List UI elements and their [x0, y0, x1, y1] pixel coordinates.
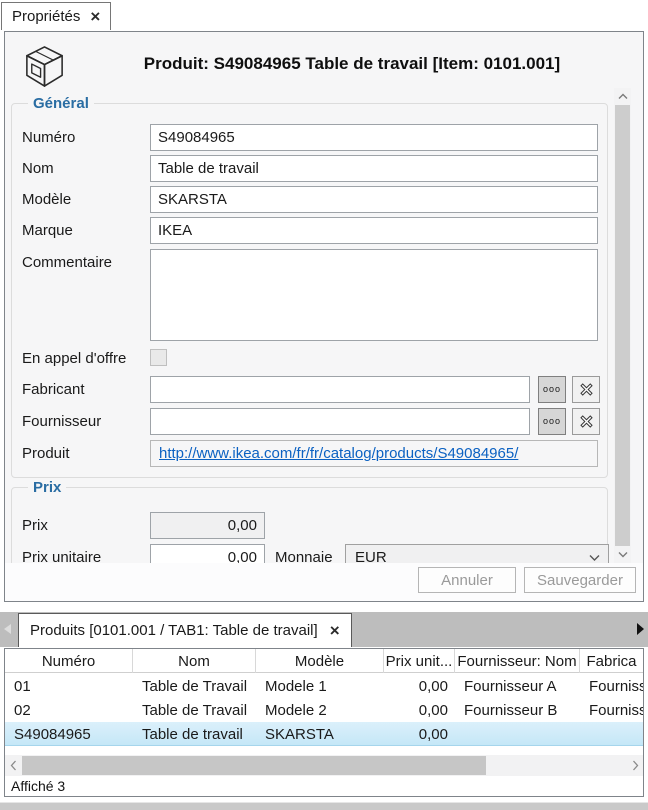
- column-header-prix-unitaire[interactable]: Prix unit...: [384, 649, 455, 673]
- cell-fabricant[interactable]: Fourniss: [580, 674, 643, 698]
- fournisseur-browse-button[interactable]: ooo: [538, 408, 566, 435]
- column-header-numero[interactable]: Numéro: [5, 649, 133, 673]
- chevron-up-icon: [618, 93, 628, 100]
- numero-label: Numéro: [22, 129, 148, 146]
- tabs-scroll-right-icon[interactable]: [636, 622, 645, 636]
- prix-field: [150, 512, 265, 539]
- produit-label: Produit: [22, 445, 148, 462]
- cell-prix[interactable]: 0,00: [384, 674, 455, 698]
- cell-nom[interactable]: Table de Travail: [133, 698, 256, 722]
- scroll-thumb[interactable]: [615, 105, 630, 546]
- products-table-panel: Numéro Nom Modèle Prix unit... Fournisse…: [4, 648, 644, 797]
- table-header-row: Numéro Nom Modèle Prix unit... Fournisse…: [5, 649, 643, 673]
- top-tab-bar: Propriétés ×: [0, 0, 648, 30]
- clear-x-icon: [578, 413, 595, 430]
- commentaire-field[interactable]: [150, 249, 598, 341]
- bottom-tab-bar: Produits [0101.001 / TAB1: Table de trav…: [0, 612, 648, 647]
- chevron-left-icon: [10, 760, 17, 771]
- app-window: Propriétés × Produit: S49084965 Table de…: [0, 0, 648, 810]
- status-row-count: Affiché 3: [11, 778, 65, 794]
- annuler-button[interactable]: Annuler: [418, 567, 516, 593]
- cell-fournisseur[interactable]: Fournisseur A: [455, 674, 580, 698]
- table-row[interactable]: 01 Table de Travail Modele 1 0,00 Fourni…: [5, 674, 643, 698]
- form-button-strip: Annuler Sauvegarder: [5, 563, 643, 601]
- fabricant-clear-button[interactable]: [572, 376, 600, 403]
- modele-label: Modèle: [22, 191, 148, 208]
- scroll-thumb[interactable]: [22, 756, 486, 775]
- prix-label: Prix: [22, 517, 148, 534]
- tab-proprietes[interactable]: Propriétés ×: [1, 2, 111, 30]
- cell-fournisseur[interactable]: Fournisseur B: [455, 698, 580, 722]
- window-bottom-band: [0, 802, 648, 810]
- fabricant-label: Fabricant: [22, 381, 148, 398]
- cell-modele[interactable]: Modele 2: [256, 698, 384, 722]
- nom-field[interactable]: [150, 155, 598, 182]
- prix-unitaire-label: Prix unitaire: [22, 549, 148, 563]
- fournisseur-field[interactable]: [150, 408, 530, 435]
- fabricant-field[interactable]: [150, 376, 530, 403]
- groupbox-prix-legend: Prix: [28, 479, 66, 496]
- cell-numero[interactable]: 02: [5, 698, 133, 722]
- close-icon[interactable]: ×: [330, 622, 340, 639]
- tab-produits[interactable]: Produits [0101.001 / TAB1: Table de trav…: [18, 613, 352, 647]
- marque-label: Marque: [22, 222, 148, 239]
- table-row[interactable]: 02 Table de Travail Modele 2 0,00 Fourni…: [5, 698, 643, 722]
- column-header-nom[interactable]: Nom: [133, 649, 256, 673]
- properties-panel: Produit: S49084965 Table de travail [Ite…: [4, 31, 644, 602]
- form-scroll-area: Général Numéro Nom Modèle Marque Comment…: [5, 88, 611, 563]
- horizontal-scrollbar[interactable]: [5, 755, 643, 776]
- page-title: Produit: S49084965 Table de travail [Ite…: [75, 54, 629, 74]
- cell-prix[interactable]: 0,00: [384, 698, 455, 722]
- groupbox-general: Général Numéro Nom Modèle Marque Comment…: [11, 103, 608, 478]
- monnaie-selected-value: EUR: [355, 549, 387, 563]
- vertical-scrollbar[interactable]: [614, 88, 631, 563]
- monnaie-select[interactable]: EUR: [345, 544, 609, 563]
- scroll-right-button[interactable]: [627, 755, 643, 776]
- scroll-left-button[interactable]: [5, 755, 21, 776]
- chevron-down-icon: [589, 554, 600, 562]
- column-header-fournisseur[interactable]: Fournisseur: Nom: [455, 649, 580, 673]
- numero-field[interactable]: [150, 124, 598, 151]
- cell-prix[interactable]: 0,00: [384, 722, 455, 746]
- table-row-selected[interactable]: S49084965 Table de travail SKARSTA 0,00: [5, 722, 643, 746]
- scroll-up-button[interactable]: [614, 88, 631, 105]
- modele-field[interactable]: [150, 186, 598, 213]
- groupbox-general-legend: Général: [28, 95, 94, 112]
- fournisseur-clear-button[interactable]: [572, 408, 600, 435]
- package-box-icon: [21, 43, 68, 92]
- column-header-modele[interactable]: Modèle: [256, 649, 384, 673]
- cell-modele[interactable]: SKARSTA: [256, 722, 384, 746]
- cell-nom[interactable]: Table de travail: [133, 722, 256, 746]
- cell-fabricant[interactable]: Fourniss: [580, 698, 643, 722]
- sauvegarder-button[interactable]: Sauvegarder: [524, 567, 636, 593]
- commentaire-label: Commentaire: [22, 254, 148, 271]
- column-header-fabricant[interactable]: Fabrica: [580, 649, 643, 673]
- cell-nom[interactable]: Table de Travail: [133, 674, 256, 698]
- appel-offre-label: En appel d'offre: [22, 350, 148, 367]
- cell-fabricant[interactable]: [580, 722, 643, 746]
- groupbox-prix: Prix Prix Prix unitaire Monnaie EUR: [11, 487, 608, 563]
- produit-link-box: http://www.ikea.com/fr/fr/catalog/produc…: [150, 440, 598, 467]
- cell-numero[interactable]: 01: [5, 674, 133, 698]
- clear-x-icon: [578, 381, 595, 398]
- tab-proprietes-label: Propriétés: [12, 8, 80, 25]
- appel-offre-checkbox: [150, 349, 167, 366]
- scroll-down-button[interactable]: [614, 546, 631, 563]
- marque-field[interactable]: [150, 217, 598, 244]
- nom-label: Nom: [22, 160, 148, 177]
- tab-produits-label: Produits [0101.001 / TAB1: Table de trav…: [30, 622, 318, 639]
- produit-url-link[interactable]: http://www.ikea.com/fr/fr/catalog/produc…: [159, 445, 518, 462]
- fabricant-browse-button[interactable]: ooo: [538, 376, 566, 403]
- cell-numero[interactable]: S49084965: [5, 722, 133, 746]
- cell-fournisseur[interactable]: [455, 722, 580, 746]
- chevron-right-icon: [632, 760, 639, 771]
- prix-unitaire-field[interactable]: [150, 544, 265, 563]
- cell-modele[interactable]: Modele 1: [256, 674, 384, 698]
- fournisseur-label: Fournisseur: [22, 413, 148, 430]
- close-icon[interactable]: ×: [90, 8, 100, 25]
- chevron-down-icon: [618, 551, 628, 558]
- tabs-scroll-left-icon[interactable]: [3, 623, 12, 635]
